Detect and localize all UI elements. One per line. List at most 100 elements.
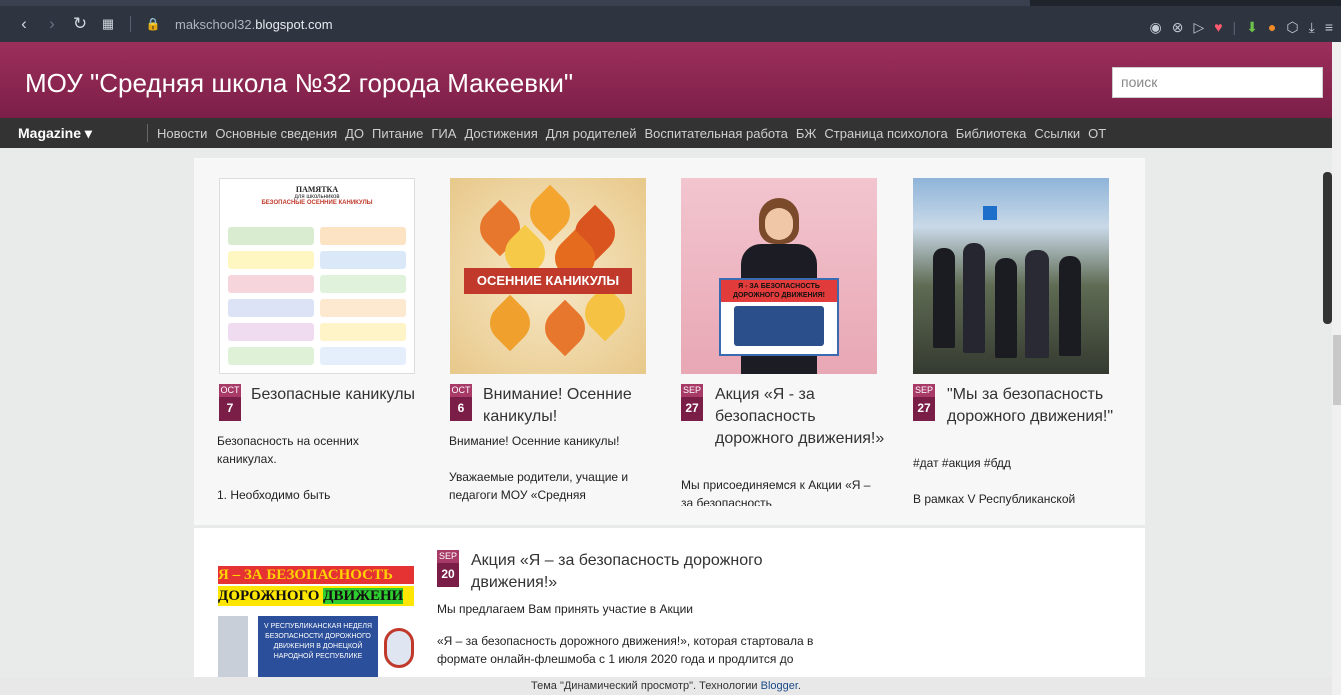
post-title[interactable]: Внимание! Осенние каникулы! [483,384,653,428]
memo-heading: БЕЗОПАСНЫЕ ОСЕННИЕ КАНИКУЛЫ [261,200,373,206]
posts-grid: ПАМЯТКА для школьников БЕЗОПАСНЫЕ ОСЕННИ… [194,158,1145,525]
post-card[interactable]: ОСЕННИЕ КАНИКУЛЫ [450,178,646,374]
featured-post: Я – ЗА БЕЗОПАСНОСТЬ ДОРОЖНОГО ДВИЖЕНИ V … [194,528,1145,678]
post-thumbnail[interactable]: ОСЕННИЕ КАНИКУЛЫ [450,178,646,374]
nav-link-parents[interactable]: Для родителей [546,126,637,141]
road-sign [983,206,997,220]
nav-link-ot[interactable]: ОТ [1088,126,1106,141]
post-thumbnail[interactable] [913,178,1109,374]
memo-block [320,251,406,269]
emblem-shape [218,616,248,678]
reload-icon[interactable]: ↻ [66,10,94,38]
image-headline-1: Я – ЗА БЕЗОПАСНОСТЬ [218,566,414,584]
student-shape [1025,250,1049,358]
forward-icon[interactable]: › [38,10,66,38]
nav-link-education-work[interactable]: Воспитательная работа [645,126,788,141]
leaf-shape [481,294,539,352]
download-arrow-icon[interactable]: ⬇ [1246,19,1258,36]
lock-icon: 🔒 [145,17,161,31]
post-excerpt: Мы присоединяемся к Акции «Я – за безопа… [681,478,871,506]
search-input[interactable]: поиск [1112,67,1323,98]
browser-scroll-thumb[interactable] [1333,335,1341,405]
address-bar[interactable]: makschool32.blogspot.com [175,17,333,32]
student-shape [933,248,955,348]
separator: | [1232,19,1237,35]
footer-end: . [797,680,801,692]
nav-links: Новости Основные сведения ДО Питание ГИА… [148,126,1106,141]
view-dropdown[interactable]: Magazine ▾ [0,124,148,142]
image-banner: ОСЕННИЕ КАНИКУЛЫ [464,268,632,294]
page-footer: Тема "Динамический просмотр". Технологии… [0,677,1332,695]
nav-link-links[interactable]: Ссылки [1034,126,1080,141]
blogger-link[interactable]: Blogger [761,680,798,692]
date-badge: OCT 6 [450,384,472,421]
memo-block [228,347,314,365]
play-icon[interactable]: ▷ [1193,19,1204,36]
site-header: МОУ "Средняя школа №32 города Макеевки" … [0,42,1332,118]
heart-icon[interactable]: ♥ [1214,19,1222,35]
student-shape [1059,256,1081,356]
nav-link-bzh[interactable]: БЖ [796,126,817,141]
featured-thumbnail[interactable]: Я – ЗА БЕЗОПАСНОСТЬ ДОРОЖНОГО ДВИЖЕНИ V … [218,558,414,678]
nav-link-psychologist[interactable]: Страница психолога [824,126,947,141]
image-infobox: V РЕСПУБЛИКАНСКАЯ НЕДЕЛЯ БЕЗОПАСНОСТИ ДО… [258,616,378,678]
post-thumbnail[interactable]: ПАМЯТКА для школьников БЕЗОПАСНЫЕ ОСЕННИ… [219,178,415,374]
block-icon[interactable]: ⊗ [1172,19,1184,36]
cube-icon[interactable]: ⬡ [1286,19,1298,36]
nav-link-basic-info[interactable]: Основные сведения [215,126,337,141]
date-badge: SEP 27 [681,384,703,421]
browser-toolbar: ‹ › ↻ ▦ 🔒 makschool32.blogspot.com ◉ ⊗ ▷… [0,0,1341,42]
date-badge: SEP 27 [913,384,935,421]
tabs-grid-icon[interactable]: ▦ [94,10,122,38]
memo-block [228,299,314,317]
featured-excerpt-2: «Я – за безопасность дорожного движения!… [437,634,814,666]
memo-block [320,347,406,365]
main-nav: Magazine ▾ Новости Основные сведения ДО … [0,118,1332,148]
post-thumbnail[interactable]: Я - ЗА БЕЗОПАСНОСТЬ ДОРОЖНОГО ДВИЖЕНИЯ! [681,178,877,374]
post-title[interactable]: Акция «Я - за безопасность дорожного дви… [715,384,885,450]
downloads-icon[interactable]: ⤓ [1309,19,1315,36]
menu-icon[interactable]: ≡ [1325,19,1333,35]
memo-block [228,275,314,293]
memo-title: ПАМЯТКА [295,185,339,194]
post-card[interactable]: Я - ЗА БЕЗОПАСНОСТЬ ДОРОЖНОГО ДВИЖЕНИЯ! [681,178,877,374]
nav-link-gia[interactable]: ГИА [431,126,456,141]
memo-block [320,299,406,317]
post-excerpt: #дат #акция #бдд В рамках V Республиканс… [913,456,1076,506]
post-card[interactable]: ПАМЯТКА для школьников БЕЗОПАСНЫЕ ОСЕННИ… [219,178,415,374]
post-excerpt: Внимание! Осенние каникулы! Уважаемые ро… [449,434,629,502]
extension-icon[interactable]: ● [1268,19,1276,35]
tab-strip [0,0,1341,6]
nav-link-library[interactable]: Библиотека [956,126,1027,141]
post-title[interactable]: Безопасные каникулы [251,384,421,406]
memo-block [320,275,406,293]
poster-graphic [734,306,824,346]
post-excerpt: Безопасность на осенних каникулах. 1. Не… [217,434,359,502]
featured-excerpt-1: Мы предлагаем Вам принять участие в Акци… [437,602,693,616]
date-badge: SEP 20 [437,550,459,587]
student-shape [963,243,985,353]
poster: Я - ЗА БЕЗОПАСНОСТЬ ДОРОЖНОГО ДВИЖЕНИЯ! [719,278,839,356]
nav-link-food[interactable]: Питание [372,126,423,141]
camera-icon[interactable]: ◉ [1150,19,1162,36]
student-shape [995,258,1017,358]
site-title[interactable]: МОУ "Средняя школа №32 города Макеевки" [25,68,573,99]
memo-block [320,227,406,245]
post-title[interactable]: "Мы за безопасность дорожного движения!" [947,384,1117,428]
footer-text: Тема "Динамический просмотр". Технологии [531,680,761,692]
scroll-thumb[interactable] [1323,172,1332,324]
poster-title: Я - ЗА БЕЗОПАСНОСТЬ ДОРОЖНОГО ДВИЖЕНИЯ! [721,280,837,302]
memo-block [228,323,314,341]
memo-block [228,251,314,269]
memo-block [228,227,314,245]
featured-title[interactable]: Акция «Я – за безопасность дорожного дви… [471,550,831,594]
memo-block [320,323,406,341]
post-card[interactable] [913,178,1109,374]
nav-link-news[interactable]: Новости [157,126,207,141]
separator [130,16,131,32]
date-badge: OCT 7 [219,384,241,421]
nav-link-do[interactable]: ДО [345,126,364,141]
image-headline-2: ДОРОЖНОГО ДВИЖЕНИ [218,586,414,606]
nav-link-achievements[interactable]: Достижения [464,126,537,141]
back-icon[interactable]: ‹ [10,10,38,38]
